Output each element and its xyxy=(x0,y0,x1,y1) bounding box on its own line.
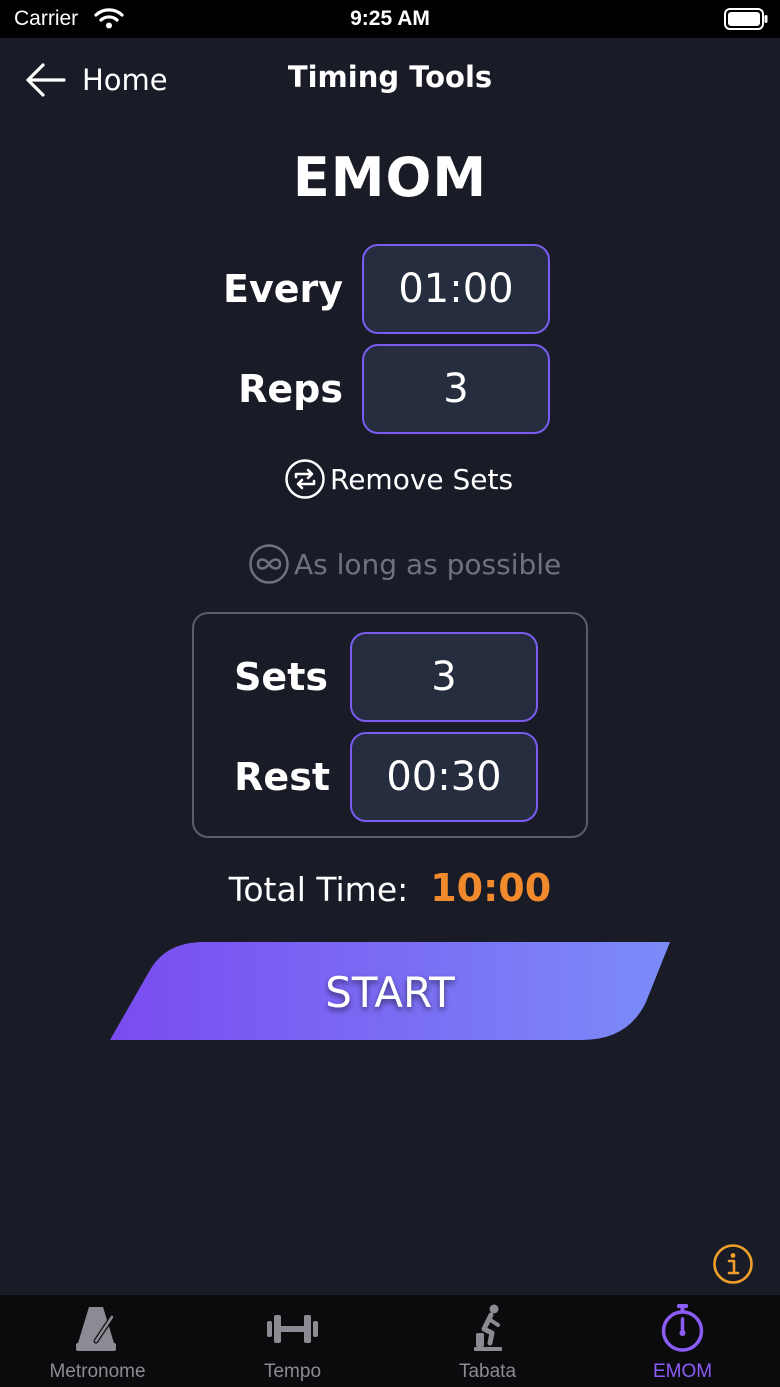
tab-metronome-label: Metronome xyxy=(49,1361,146,1382)
every-input[interactable]: 01:00 xyxy=(362,244,550,334)
total-time-label: Total Time: xyxy=(228,870,409,909)
stopwatch-icon xyxy=(661,1304,704,1352)
every-label: Every xyxy=(222,267,343,311)
status-bar: Carrier 9:25 AM xyxy=(0,0,780,38)
status-time: 9:25 AM xyxy=(350,7,430,30)
tab-tabata[interactable]: Tabata xyxy=(390,1295,585,1387)
rest-input[interactable]: 00:30 xyxy=(350,732,538,822)
start-label: START xyxy=(325,967,455,1017)
tab-emom-label: EMOM xyxy=(652,1361,713,1382)
remove-sets-label: Remove Sets xyxy=(330,462,514,496)
sets-input[interactable]: 3 xyxy=(350,632,538,722)
info-icon[interactable] xyxy=(712,1243,754,1285)
tab-tempo[interactable]: Tempo xyxy=(195,1295,390,1387)
tab-tabata-label: Tabata xyxy=(458,1361,517,1382)
rest-label: Rest xyxy=(234,755,330,799)
tab-tempo-label: Tempo xyxy=(263,1361,322,1382)
repeat-icon xyxy=(285,459,325,499)
infinite-label: As long as possible xyxy=(294,547,562,581)
remove-sets-toggle[interactable]: Remove Sets xyxy=(284,458,513,500)
infinity-icon xyxy=(249,544,289,584)
tab-emom[interactable]: EMOM xyxy=(585,1295,780,1387)
nav-title: Timing Tools xyxy=(287,60,493,94)
total-time-value: 10:00 xyxy=(430,866,552,910)
sets-label: Sets xyxy=(234,655,328,699)
total-time: Total Time: 10:00 xyxy=(0,866,780,910)
reps-label: Reps xyxy=(238,367,343,411)
metronome-icon xyxy=(76,1307,116,1351)
battery-icon xyxy=(724,8,768,30)
tab-metronome[interactable]: Metronome xyxy=(0,1295,195,1387)
reps-input[interactable]: 3 xyxy=(362,344,550,434)
start-button[interactable]: START xyxy=(108,942,672,1042)
infinite-toggle[interactable]: As long as possible xyxy=(248,543,561,585)
exercise-bike-icon xyxy=(474,1304,502,1351)
dumbbell-icon xyxy=(267,1315,318,1343)
tab-bar: Metronome Tempo Tabata EMOM xyxy=(0,1295,780,1387)
page-title: EMOM xyxy=(292,146,488,209)
